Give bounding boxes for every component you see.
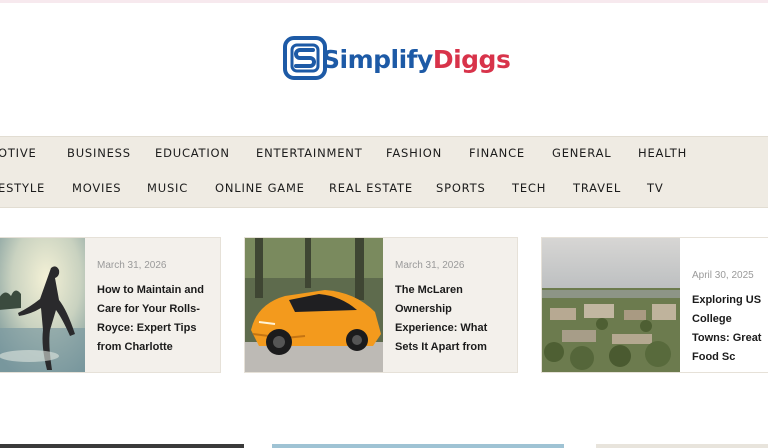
nav-item-real-estate[interactable]: REAL ESTATE — [329, 181, 413, 195]
post-meta: March 31, 2026 How to Maintain and Care … — [97, 260, 212, 357]
post-date: March 31, 2026 — [395, 260, 465, 271]
nav-item-music[interactable]: MUSIC — [147, 181, 188, 195]
nav-row-2: ESTYLE MOVIES MUSIC ONLINE GAME REAL EST… — [0, 181, 768, 201]
nav-item-finance[interactable]: FINANCE — [469, 146, 525, 160]
nav-item-general[interactable]: GENERAL — [552, 146, 611, 160]
logo-wordmark: SimplifyDiggs — [322, 44, 511, 74]
next-card-edge — [0, 444, 244, 448]
next-card-edge — [596, 444, 768, 448]
nav-item-sports[interactable]: SPORTS — [436, 181, 486, 195]
post-card[interactable]: March 31, 2026 How to Maintain and Care … — [0, 237, 221, 373]
nav-item-education[interactable]: EDUCATION — [155, 146, 230, 160]
nav-item-automotive[interactable]: OTIVE — [0, 146, 37, 160]
nav-item-travel[interactable]: TRAVEL — [573, 181, 621, 195]
top-accent-strip — [0, 0, 768, 3]
post-thumbnail[interactable] — [0, 238, 85, 372]
post-card[interactable]: April 30, 2025 Exploring US College Town… — [541, 237, 768, 373]
nav-item-entertainment[interactable]: ENTERTAINMENT — [256, 146, 363, 160]
post-title[interactable]: Exploring US College Towns: Great Food S… — [692, 291, 762, 367]
nav-item-fashion[interactable]: FASHION — [386, 146, 442, 160]
post-card[interactable]: March 31, 2026 The McLaren Ownership Exp… — [244, 237, 518, 373]
nav-item-movies[interactable]: MOVIES — [72, 181, 121, 195]
post-meta: March 31, 2026 The McLaren Ownership Exp… — [395, 260, 509, 357]
nav-item-health[interactable]: HEALTH — [638, 146, 687, 160]
post-date: March 31, 2026 — [97, 260, 167, 271]
category-navbar: OTIVE BUSINESS EDUCATION ENTERTAINMENT F… — [0, 136, 768, 208]
post-thumbnail[interactable] — [542, 238, 680, 372]
next-card-edge — [272, 444, 564, 448]
nav-item-business[interactable]: BUSINESS — [67, 146, 131, 160]
nav-item-online-game[interactable]: ONLINE GAME — [215, 181, 305, 195]
nav-item-tv[interactable]: TV — [647, 181, 664, 195]
post-title[interactable]: The McLaren Ownership Experience: What S… — [395, 281, 509, 357]
logo-text-part2: Diggs — [432, 44, 511, 74]
site-logo[interactable]: SimplifyDiggs — [282, 35, 511, 81]
post-date: April 30, 2025 — [692, 270, 754, 281]
orange-sports-car-photo-icon — [245, 238, 383, 372]
silhouette-dancer-photo-icon — [0, 238, 85, 372]
post-meta: April 30, 2025 Exploring US College Town… — [692, 270, 762, 367]
nav-item-lifestyle[interactable]: ESTYLE — [0, 181, 45, 195]
post-thumbnail[interactable] — [245, 238, 383, 372]
nav-row-1: OTIVE BUSINESS EDUCATION ENTERTAINMENT F… — [0, 146, 768, 166]
college-town-aerial-photo-icon — [542, 238, 680, 372]
logo-text-part1: Simplify — [322, 44, 433, 74]
post-title[interactable]: How to Maintain and Care for Your Rolls-… — [97, 281, 212, 357]
nav-item-tech[interactable]: TECH — [512, 181, 546, 195]
